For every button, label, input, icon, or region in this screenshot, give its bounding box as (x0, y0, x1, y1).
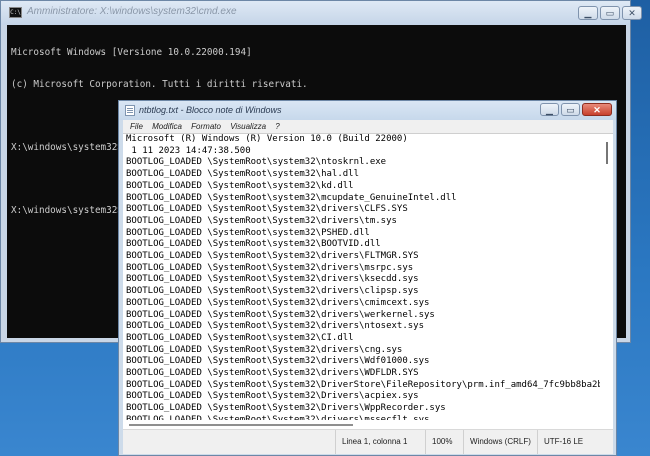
menu-formato[interactable]: Formato (191, 120, 221, 133)
text-line: BOOTLOG_LOADED \SystemRoot\System32\driv… (126, 356, 430, 367)
close-button[interactable]: ✕ (582, 103, 612, 116)
text-line: BOOTLOG_LOADED \SystemRoot\System32\driv… (126, 215, 397, 226)
text-line: BOOTLOG_LOADED \SystemRoot\System32\driv… (126, 286, 419, 297)
text-line: BOOTLOG_LOADED \SystemRoot\system32\PSHE… (126, 227, 370, 238)
text-line: BOOTLOG_LOADED \SystemRoot\system32\kd.d… (126, 180, 354, 191)
minimize-icon: ▁ (546, 105, 553, 115)
text-line: BOOTLOG_LOADED \SystemRoot\system32\BOOT… (126, 239, 381, 250)
text-line: BOOTLOG_LOADED \SystemRoot\System32\driv… (126, 204, 408, 215)
text-line: BOOTLOG_LOADED \SystemRoot\System32\driv… (126, 321, 425, 332)
menu-visualizza[interactable]: Visualizza (230, 120, 266, 133)
notepad-window-controls: ▁ ▭ ✕ (540, 103, 612, 116)
status-zoom: 100% (425, 430, 463, 454)
close-icon: ✕ (628, 8, 636, 18)
text-line: BOOTLOG_LOADED \SystemRoot\System32\driv… (126, 297, 430, 308)
minimize-button[interactable]: ▁ (578, 6, 598, 20)
text-line: BOOTLOG_LOADED \SystemRoot\System32\driv… (126, 344, 403, 355)
text-line: BOOTLOG_LOADED \SystemRoot\System32\driv… (126, 309, 435, 320)
text-editor[interactable]: Microsoft (R) Windows (R) Version 10.0 (… (123, 133, 613, 430)
maximize-button[interactable]: ▭ (561, 103, 580, 116)
menu-bar: File Modifica Formato Visualizza ? (123, 120, 613, 133)
notepad-titlebar[interactable]: ntbtlog.txt - Blocco note di Windows ▁ ▭… (119, 101, 616, 120)
minimize-icon: ▁ (584, 8, 592, 18)
console-line: Microsoft Windows [Versione 10.0.22000.1… (11, 47, 252, 58)
menu-modifica[interactable]: Modifica (152, 120, 182, 133)
cmd-app-icon: C:\ (9, 7, 22, 18)
maximize-button[interactable]: ▭ (600, 6, 620, 20)
cmd-window-controls: ▁ ▭ ✕ (578, 6, 642, 20)
menu-help[interactable]: ? (275, 120, 279, 133)
text-line: BOOTLOG_LOADED \SystemRoot\System32\driv… (126, 262, 414, 273)
vertical-scroll-thumb[interactable] (606, 142, 608, 164)
cmd-titlebar[interactable]: C:\ Amministratore: X:\windows\system32\… (1, 1, 642, 25)
close-icon: ✕ (593, 105, 601, 115)
text-line: BOOTLOG_LOADED \SystemRoot\system32\mcup… (126, 192, 457, 203)
cmd-window-title: Amministratore: X:\windows\system32\cmd.… (27, 6, 237, 17)
text-line: BOOTLOG_LOADED \SystemRoot\system32\hal.… (126, 169, 359, 180)
horizontal-scroll-thumb[interactable] (129, 424, 353, 426)
text-line: BOOTLOG_LOADED \SystemRoot\System32\Driv… (126, 379, 600, 390)
text-line: Microsoft (R) Windows (R) Version 10.0 (… (126, 134, 408, 144)
notepad-window-title: ntbtlog.txt - Blocco note di Windows (139, 105, 282, 115)
text-line: BOOTLOG_LOADED \SystemRoot\System32\driv… (126, 368, 419, 379)
text-line: BOOTLOG_LOADED \SystemRoot\system32\CI.d… (126, 332, 354, 343)
text-line: BOOTLOG_LOADED \SystemRoot\System32\Driv… (126, 403, 446, 414)
status-line-endings: Windows (CRLF) (463, 430, 537, 454)
text-line: 1 11 2023 14:47:38.500 (126, 145, 251, 156)
maximize-icon: ▭ (566, 105, 575, 115)
maximize-icon: ▭ (605, 8, 615, 18)
vertical-scrollbar[interactable] (601, 134, 613, 420)
status-cursor-position: Linea 1, colonna 1 (335, 430, 425, 454)
menu-file[interactable]: File (130, 120, 143, 133)
text-line: BOOTLOG_LOADED \SystemRoot\system32\ntos… (126, 157, 387, 168)
status-bar: Linea 1, colonna 1 100% Windows (CRLF) U… (123, 429, 613, 454)
text-line: BOOTLOG_LOADED \SystemRoot\System32\driv… (126, 251, 419, 262)
status-encoding: UTF-16 LE (537, 430, 613, 454)
console-line: (c) Microsoft Corporation. Tutti i dirit… (11, 78, 308, 90)
editor-content[interactable]: Microsoft (R) Windows (R) Version 10.0 (… (126, 134, 600, 420)
minimize-button[interactable]: ▁ (540, 103, 559, 116)
close-button[interactable]: ✕ (622, 6, 642, 20)
text-line: BOOTLOG_LOADED \SystemRoot\System32\Driv… (126, 391, 419, 402)
notepad-window[interactable]: ntbtlog.txt - Blocco note di Windows ▁ ▭… (118, 100, 617, 456)
text-line: BOOTLOG_LOADED \SystemRoot\System32\driv… (126, 274, 419, 285)
notepad-app-icon (125, 105, 135, 116)
